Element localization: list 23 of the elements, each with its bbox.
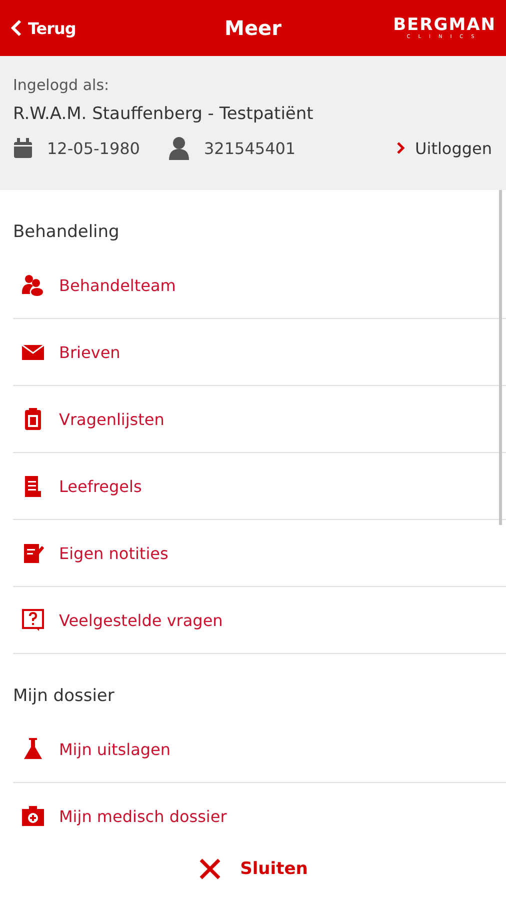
menu-item[interactable]: Eigen notities xyxy=(13,520,506,587)
section-heading: Behandeling xyxy=(13,222,120,244)
logged-in-label: Ingelogd als: xyxy=(13,76,110,94)
patient-name: R.W.A.M. Stauffenberg - Testpatiënt xyxy=(13,104,314,124)
person-icon xyxy=(168,136,190,160)
calendar-icon xyxy=(13,137,33,159)
logout-link[interactable]: Uitloggen xyxy=(397,138,492,158)
medical-kit-icon xyxy=(21,804,45,828)
section-heading: Mijn dossier xyxy=(13,686,114,708)
people-icon xyxy=(21,273,45,297)
menu-item[interactable]: Mijn uitslagen xyxy=(13,716,506,783)
close-button[interactable]: Sluiten xyxy=(198,857,308,881)
chevron-right-icon xyxy=(397,142,406,154)
close-icon xyxy=(198,857,222,881)
chevron-left-icon xyxy=(10,19,22,37)
back-button[interactable]: Terug xyxy=(10,18,76,38)
flask-icon xyxy=(21,737,45,761)
birthdate: 12-05-1980 xyxy=(47,138,140,158)
question-icon xyxy=(21,608,45,632)
page-title: Meer xyxy=(224,16,282,40)
patient-number: 321545401 xyxy=(204,138,296,158)
menu-item[interactable]: Veelgestelde vragen xyxy=(13,587,506,654)
note-icon xyxy=(21,541,45,565)
